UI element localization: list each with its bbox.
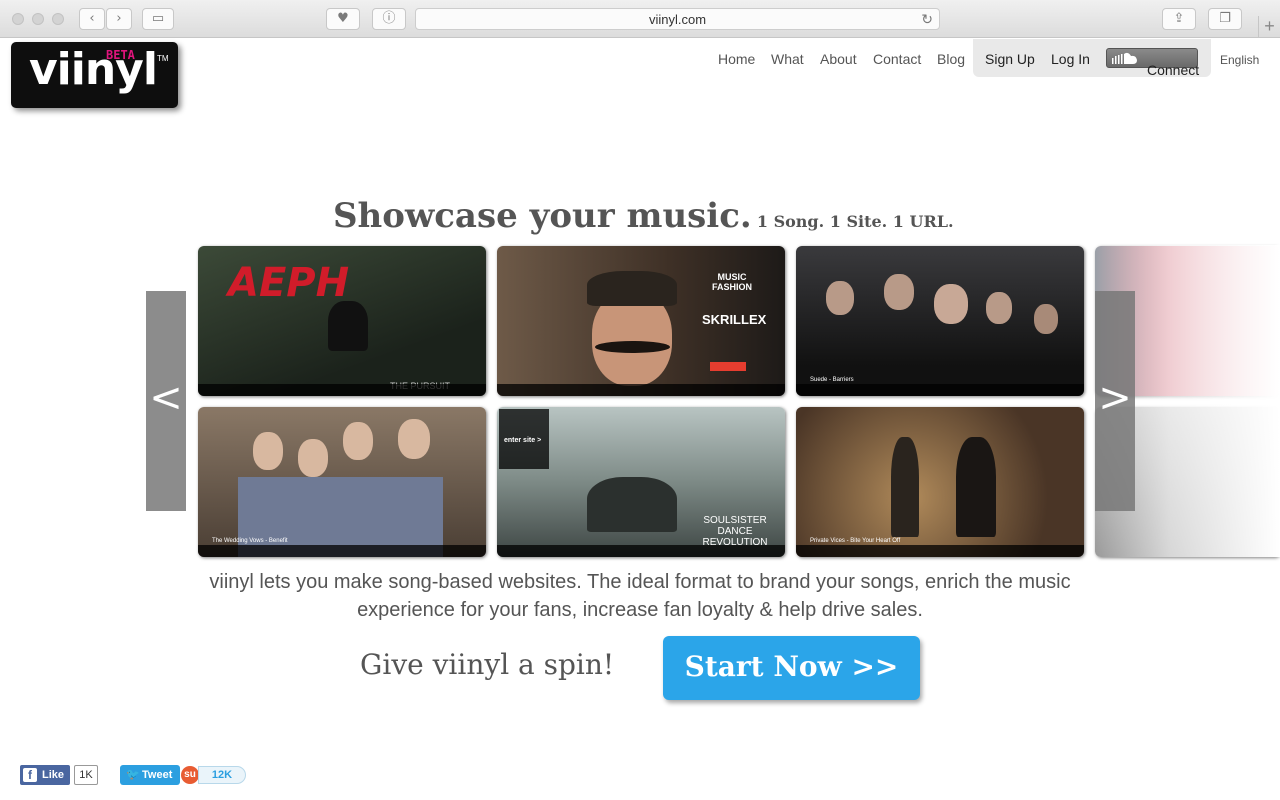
like-label: Like (42, 769, 65, 781)
zoom-window-button[interactable] (52, 13, 64, 25)
tile-title: MUSIC FASHION (711, 272, 752, 292)
minimize-window-button[interactable] (32, 13, 44, 25)
showcase-tile-5[interactable]: enter site > SOULSISTER DANCE REVOLUTION (497, 407, 785, 557)
cta-text: Give viinyl a spin! (360, 648, 615, 681)
product-description: viinyl lets you make song-based websites… (209, 571, 1071, 621)
gallery-next-button[interactable]: > (1095, 291, 1135, 511)
twitter-icon: 🐦 (126, 769, 140, 781)
tabs-overview-icon[interactable]: ❐ (1208, 8, 1242, 30)
close-window-button[interactable] (12, 13, 24, 25)
soundcloud-icon (1112, 52, 1137, 64)
showcase-tile-3[interactable]: Suede - Barriers (796, 246, 1084, 396)
address-bar[interactable]: viinyl.com ↻ (415, 8, 940, 30)
headline-tagline: 1 Song. 1 Site. 1 URL. (756, 212, 954, 231)
stumble-count: 12K (198, 766, 246, 784)
nav-contact[interactable]: Contact (873, 51, 921, 67)
showcase-tile-6[interactable]: Private Vices - Bite Your Heart Off (796, 407, 1084, 557)
soundcloud-connect-button[interactable]: Connect (1106, 48, 1199, 78)
browser-toolbar: ‹ › ▭ ♥ ⓘ viinyl.com ↻ ⇪ ❐ + (0, 0, 1280, 38)
viinyl-logo[interactable]: viinyl BETA TM (11, 42, 178, 108)
trademark-mark: TM (157, 54, 169, 63)
logo-text: viinyl (29, 44, 158, 95)
nav-blog[interactable]: Blog (937, 51, 965, 67)
showcase-tile-2[interactable]: MUSIC FASHION SKRILLEX (497, 246, 785, 396)
share-icon[interactable]: ⇪ (1162, 8, 1196, 30)
stumbleupon-icon[interactable]: su (181, 766, 199, 784)
beta-badge: BETA (106, 48, 135, 62)
start-now-button[interactable]: Start Now >> (663, 636, 920, 700)
log-in-link[interactable]: Log In (1051, 51, 1090, 67)
sidebar-icon[interactable]: ▭ (142, 8, 174, 30)
url-text: viinyl.com (648, 12, 707, 27)
gallery-prev-button[interactable]: < (146, 291, 186, 511)
tile-caption: The Wedding Vows - Benefit (212, 538, 288, 544)
account-panel: Sign Up Log In Connect (973, 39, 1211, 78)
connect-label: Connect (1147, 62, 1200, 78)
showcase-tile-4[interactable]: The Wedding Vows - Benefit (198, 407, 486, 557)
nav-what[interactable]: What (771, 51, 804, 67)
nav-home[interactable]: Home (718, 51, 755, 67)
language-selector[interactable]: English (1220, 53, 1259, 67)
like-count: 1K (74, 765, 98, 785)
headline-main: Showcase your music. (333, 196, 752, 236)
page-headline: Showcase your music. 1 Song. 1 Site. 1 U… (333, 196, 954, 236)
sign-up-link[interactable]: Sign Up (985, 51, 1035, 67)
tile-caption: Suede - Barriers (810, 377, 854, 383)
reader-icon[interactable]: ⓘ (372, 8, 406, 30)
back-button[interactable]: ‹ (79, 8, 105, 30)
pocket-icon[interactable]: ♥ (326, 8, 360, 30)
tweet-button[interactable]: 🐦 Tweet (120, 765, 180, 785)
forward-button[interactable]: › (106, 8, 132, 30)
facebook-icon: f (23, 768, 37, 782)
new-tab-button[interactable]: + (1258, 16, 1280, 38)
nav-about[interactable]: About (820, 51, 857, 67)
tile-caption: Private Vices - Bite Your Heart Off (810, 538, 901, 544)
tile-caption: SOULSISTER DANCE REVOLUTION (702, 515, 768, 548)
reload-icon[interactable]: ↻ (921, 9, 933, 30)
showcase-tile-1[interactable]: AEPH THE PURSUIT (198, 246, 486, 396)
tile-title: AEPH (228, 260, 350, 306)
tile-title: enter site > (504, 437, 542, 444)
tweet-label: Tweet (142, 769, 173, 781)
facebook-like-button[interactable]: f Like (20, 765, 70, 785)
tile-caption: SKRILLEX (702, 312, 767, 327)
